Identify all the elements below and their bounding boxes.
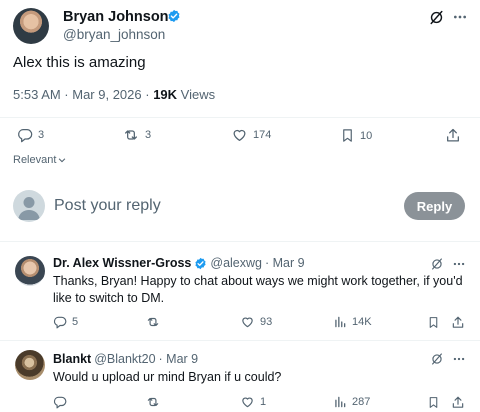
reply-action[interactable]: 3 <box>17 127 44 143</box>
like-action[interactable]: 93 <box>240 315 272 329</box>
reply-author-name[interactable]: Dr. Alex Wissner-Gross <box>53 256 191 270</box>
views-count: 14K <box>352 316 372 328</box>
reply-icon <box>18 129 33 143</box>
user-avatar[interactable] <box>13 190 45 222</box>
analytics-icon <box>335 396 346 408</box>
like-action[interactable]: 174 <box>231 127 271 143</box>
grok-icon[interactable] <box>428 9 445 26</box>
heart-icon <box>242 397 253 408</box>
like-count: 174 <box>253 129 272 141</box>
grok-icon[interactable] <box>430 352 444 366</box>
reply-date[interactable]: · Mar 9 <box>265 256 305 270</box>
reply-header: Blankt @Blankt20 · Mar 9 <box>53 352 198 366</box>
like-action[interactable]: 1 <box>240 395 266 409</box>
reply-avatar[interactable] <box>15 350 45 380</box>
reply-text: Thanks, Bryan! Happy to chat about ways … <box>53 274 463 305</box>
repost-icon <box>147 397 159 407</box>
sort-dropdown[interactable]: Relevant <box>13 154 67 166</box>
verified-badge-icon <box>195 257 206 269</box>
bookmark-icon <box>343 129 352 142</box>
post-text: Alex this is amazing <box>13 54 146 71</box>
reply-icon <box>53 316 67 329</box>
divider <box>0 117 480 118</box>
reply-input[interactable]: Post your reply <box>54 197 161 215</box>
post-meta: 5:53 AM · Mar 9, 2026 · 19K Views <box>13 87 215 102</box>
heart-icon <box>233 129 246 141</box>
bookmark-count: 10 <box>360 129 373 142</box>
views-label: Views <box>177 87 216 102</box>
like-count: 1 <box>260 396 267 408</box>
reply-header: Dr. Alex Wissner-Gross @alexwg · Mar 9 <box>53 256 305 270</box>
repost-icon <box>147 317 159 327</box>
views-action[interactable]: 287 <box>333 395 370 409</box>
reply-text: Would u upload ur mind Bryan if u could? <box>53 370 282 384</box>
share-icon[interactable] <box>451 315 465 330</box>
repost-action[interactable]: 3 <box>122 127 151 143</box>
chevron-down-icon <box>59 158 66 163</box>
grok-icon[interactable] <box>430 257 444 271</box>
sort-label: Relevant <box>13 154 57 166</box>
author-avatar[interactable] <box>13 8 49 44</box>
reply-count: 3 <box>38 129 45 141</box>
reply-button[interactable]: Reply <box>404 192 465 220</box>
author-handle[interactable]: @bryan_johnson <box>63 27 165 42</box>
divider <box>0 241 480 242</box>
more-options-icon[interactable] <box>452 352 466 366</box>
reply-action[interactable] <box>53 395 67 409</box>
more-options-icon[interactable] <box>452 257 466 271</box>
like-count: 93 <box>260 316 273 328</box>
views-action[interactable]: 14K <box>333 315 372 329</box>
share-icon[interactable] <box>445 127 461 144</box>
analytics-icon <box>335 316 346 328</box>
verified-badge-icon <box>167 9 181 23</box>
reply-date[interactable]: · Mar 9 <box>159 352 199 366</box>
post-timestamp[interactable]: 5:53 AM · Mar 9, 2026 · <box>13 87 153 102</box>
heart-icon <box>242 317 253 328</box>
views-count: 19K <box>153 87 178 102</box>
bookmark-action[interactable]: 10 <box>340 127 372 144</box>
repost-action[interactable] <box>145 395 161 409</box>
bookmark-icon[interactable] <box>427 395 440 410</box>
reply-count: 5 <box>72 316 79 328</box>
reply-action[interactable]: 5 <box>53 315 78 329</box>
reply-icon <box>53 396 67 409</box>
repost-count: 3 <box>145 129 152 141</box>
repost-icon <box>125 130 137 140</box>
repost-action[interactable] <box>145 315 161 329</box>
reply-avatar[interactable] <box>15 256 45 286</box>
reply-author-name[interactable]: Blankt <box>53 352 91 366</box>
bookmark-icon[interactable] <box>427 315 440 330</box>
reply-author-handle[interactable]: @Blankt20 <box>94 352 155 366</box>
reply-author-handle[interactable]: @alexwg <box>210 256 262 270</box>
share-icon[interactable] <box>451 395 465 410</box>
more-options-icon[interactable] <box>452 9 468 25</box>
divider <box>0 340 480 341</box>
author-name[interactable]: Bryan Johnson <box>63 9 169 25</box>
views-count: 287 <box>352 396 371 408</box>
